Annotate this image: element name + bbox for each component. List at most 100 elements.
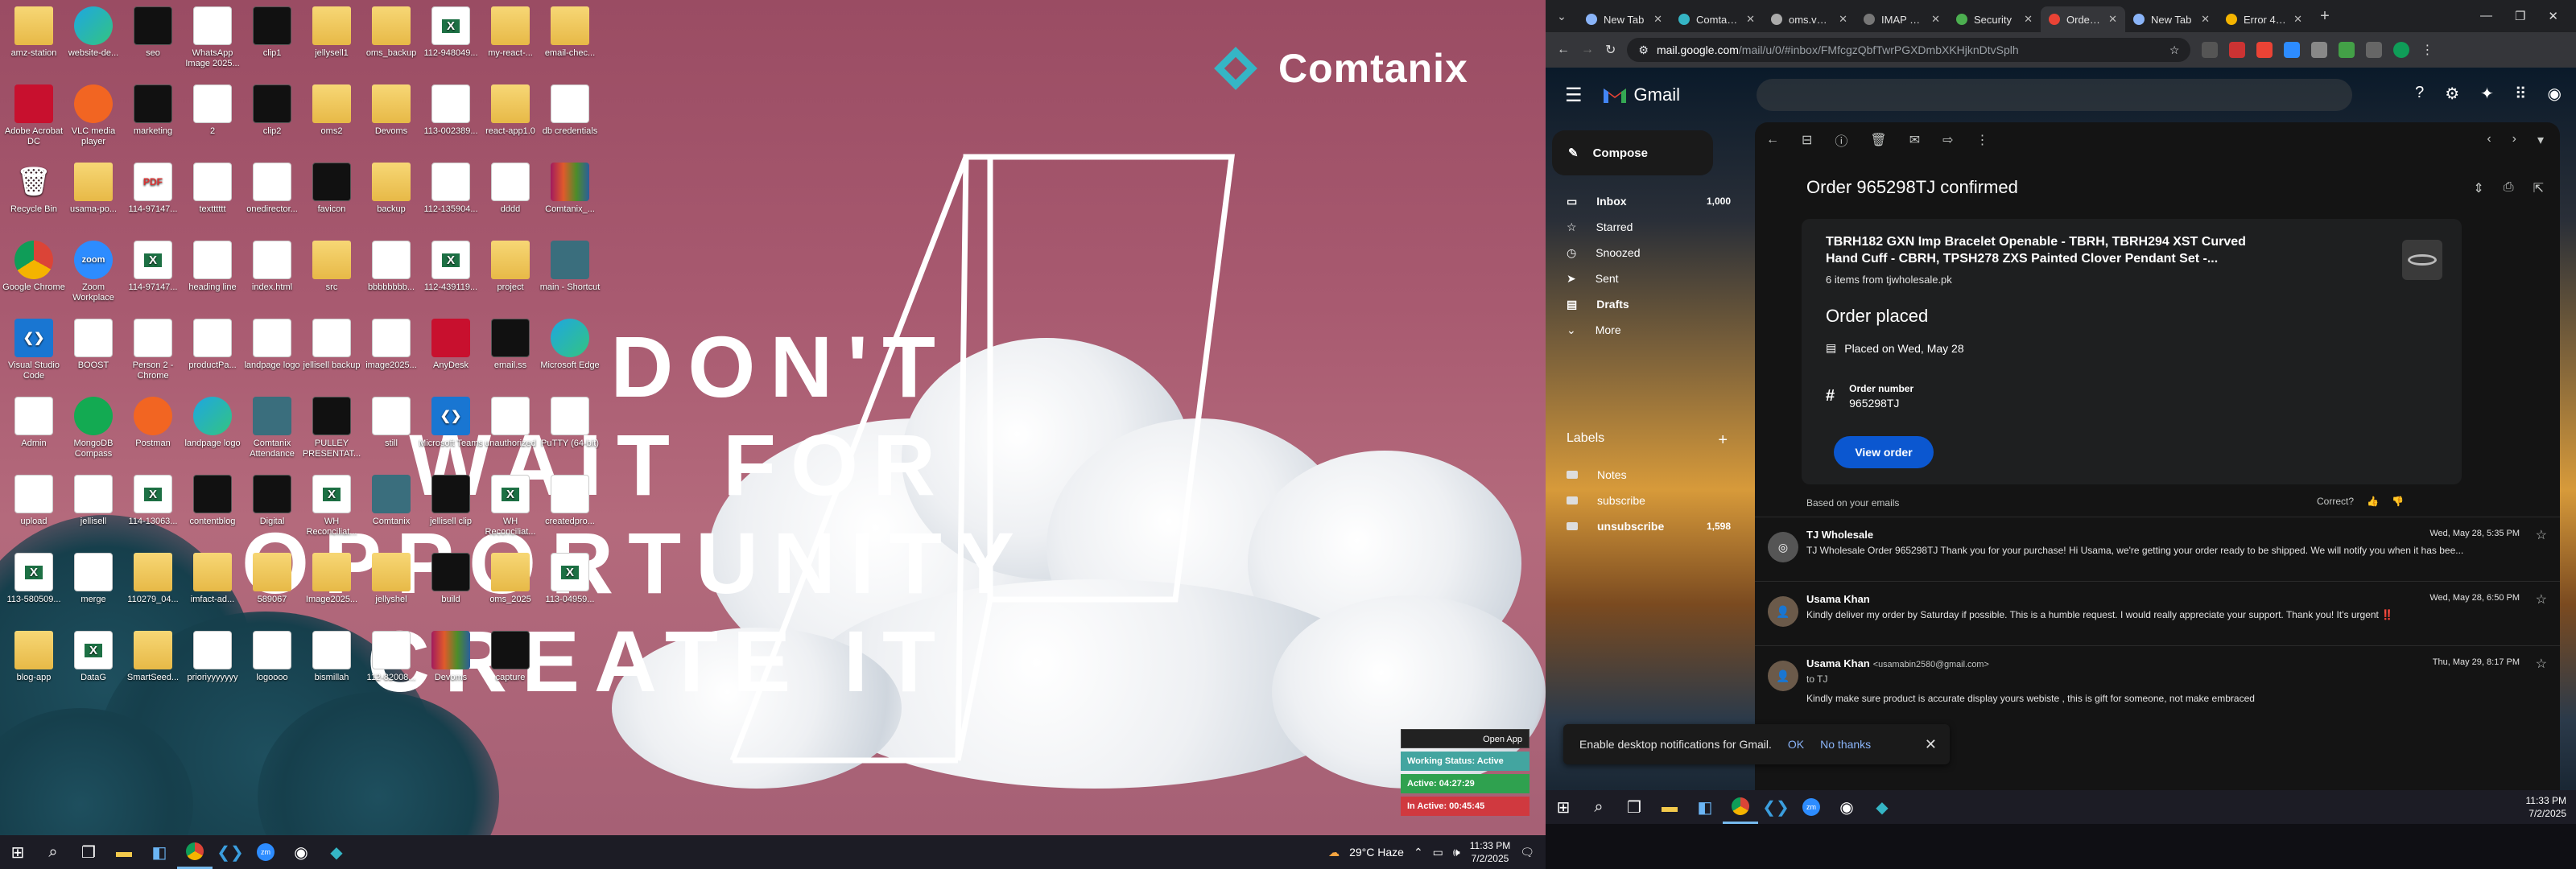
notification-ok-button[interactable]: OK [1788, 738, 1804, 751]
gmail-search-bar[interactable] [1757, 79, 2352, 111]
desktop-icon[interactable]: PuTTY (64-bit) [538, 397, 602, 449]
nav-item-snoozed[interactable]: ◷ Snoozed [1546, 240, 1747, 266]
file-explorer-icon[interactable]: ▬ [1652, 790, 1687, 824]
delete-icon[interactable]: 🗑 [1870, 132, 1886, 148]
thumbs-down-icon[interactable]: 👎 [2392, 496, 2404, 507]
gemini-icon[interactable]: ✦ [2480, 84, 2494, 104]
desktop-icon[interactable]: SmartSeed... [121, 631, 185, 683]
comtanix-taskbar-icon[interactable]: ◆ [319, 835, 354, 869]
zoom-taskbar-icon[interactable]: zm [1794, 790, 1829, 824]
recipient-line[interactable]: to TJ [1806, 673, 1827, 685]
desktop-icon[interactable]: MongoDB Compass [61, 397, 126, 459]
tab-close-icon[interactable]: ✕ [2201, 13, 2210, 26]
browser-tab[interactable]: Order 96... ✕ [2041, 6, 2125, 32]
extension-icon[interactable] [2256, 42, 2273, 58]
desktop-icon[interactable]: Devoms [419, 631, 483, 683]
desktop-icon[interactable]: jellysell1 [299, 6, 364, 59]
nav-item-inbox[interactable]: ▭ Inbox 1,000 [1546, 188, 1747, 214]
extension-icon[interactable] [2229, 42, 2246, 58]
desktop-icon[interactable]: VLC media player [61, 84, 126, 147]
desktop-icon[interactable]: index.html [240, 241, 304, 293]
desktop-icon[interactable]: Digital [240, 475, 304, 527]
weather-text[interactable]: 29°C Haze [1349, 846, 1404, 859]
desktop-icon[interactable]: DataG [61, 631, 126, 683]
close-icon[interactable]: ✕ [2548, 9, 2558, 23]
desktop-icon[interactable]: Google Chrome [2, 241, 66, 293]
help-icon[interactable]: ? [2415, 84, 2424, 104]
desktop-icon[interactable]: 110279_04... [121, 553, 185, 605]
compose-button[interactable]: ✎ Compose [1552, 130, 1713, 175]
desktop-icon[interactable]: oms_backup [359, 6, 423, 59]
desktop-icon[interactable]: Person 2 - Chrome [121, 319, 185, 381]
desktop-icon[interactable]: marketing [121, 84, 185, 137]
minimize-icon[interactable]: — [2480, 9, 2492, 23]
left-clock[interactable]: 11:33 PM 7/2/2025 [1470, 839, 1510, 865]
tab-close-icon[interactable]: ✕ [1653, 13, 1662, 26]
view-order-button[interactable]: View order [1834, 436, 1934, 468]
gmail-logo[interactable]: Gmail [1602, 84, 1680, 105]
chrome-taskbar-icon[interactable] [177, 835, 213, 869]
desktop-icon[interactable]: image2025... [359, 319, 423, 371]
desktop-icon[interactable]: Image2025... [299, 553, 364, 605]
browser-tab[interactable]: New Tab ✕ [1578, 6, 1670, 32]
desktop-icon[interactable]: oms2 [299, 84, 364, 137]
desktop-icon[interactable]: contentblog [180, 475, 245, 527]
browser-tab[interactable]: oms.vclou... ✕ [1763, 6, 1856, 32]
app-taskbar-icon[interactable]: ◉ [283, 835, 319, 869]
desktop-icon[interactable]: oms_2025 [478, 553, 543, 605]
tab-search-icon[interactable]: ⌄ [1546, 0, 1578, 33]
desktop-icon[interactable]: jellisell clip [419, 475, 483, 527]
desktop-icon[interactable]: 🗑 Recycle Bin [2, 163, 66, 215]
desktop-icon[interactable]: seo [121, 6, 185, 59]
chrome-taskbar-icon[interactable] [1723, 790, 1758, 824]
label-item[interactable]: unsubscribe 1,598 [1546, 513, 1747, 539]
desktop-icon[interactable]: project [478, 241, 543, 293]
forward-icon[interactable]: → [1581, 43, 1594, 57]
nav-item-starred[interactable]: ☆ Starred [1546, 214, 1747, 240]
desktop-icon[interactable]: 114-97147... [121, 241, 185, 293]
desktop-icon[interactable]: PULLEY PRESENTAT... [299, 397, 364, 459]
reload-icon[interactable]: ↻ [1605, 42, 1616, 58]
desktop-icon[interactable]: main - Shortcut [538, 241, 602, 293]
desktop-icon[interactable]: still [359, 397, 423, 449]
desktop-icon[interactable]: 113-04959... [538, 553, 602, 605]
desktop-icon[interactable]: zoom Zoom Workplace [61, 241, 126, 303]
open-new-window-icon[interactable]: ⇱ [2533, 180, 2544, 196]
expand-all-icon[interactable]: ⇕ [2473, 180, 2483, 196]
desktop-icon[interactable]: AnyDesk [419, 319, 483, 371]
extension-icon[interactable] [2284, 42, 2301, 58]
star-icon[interactable]: ☆ [2536, 656, 2547, 672]
new-tab-icon[interactable]: + [2310, 0, 2339, 33]
desktop-icon[interactable]: backup [359, 163, 423, 215]
tab-close-icon[interactable]: ✕ [1839, 13, 1847, 26]
desktop-icon[interactable]: clip2 [240, 84, 304, 137]
volume-icon[interactable]: 🕪 [1453, 846, 1460, 859]
desktop-icon[interactable]: 112-439119... [419, 241, 483, 293]
desktop-icon[interactable]: unauthorized [478, 397, 543, 449]
nav-item-drafts[interactable]: ▤ Drafts [1546, 291, 1747, 317]
account-avatar-icon[interactable]: ◉ [2548, 84, 2562, 104]
back-icon[interactable]: ← [1557, 43, 1570, 57]
label-item[interactable]: Notes [1546, 462, 1747, 488]
desktop-icon[interactable]: Comtanix [359, 475, 423, 527]
nav-item-more[interactable]: ⌄ More [1546, 317, 1747, 343]
older-icon[interactable]: › [2512, 132, 2516, 148]
star-icon[interactable]: ☆ [2536, 527, 2547, 543]
desktop-icon[interactable]: Microsoft Edge [538, 319, 602, 371]
right-clock[interactable]: 11:33 PM 7/2/2025 [2526, 794, 2576, 820]
input-tools-icon[interactable]: ▾ [2537, 132, 2544, 148]
more-icon[interactable]: ⋮ [1976, 132, 1989, 148]
start-icon[interactable]: ⊞ [0, 835, 35, 869]
desktop-icon[interactable]: WhatsApp Image 2025... [180, 6, 245, 69]
vscode-taskbar-icon[interactable]: ❮❯ [1758, 790, 1794, 824]
desktop-icon[interactable]: jellisell backup [299, 319, 364, 371]
apps-grid-icon[interactable]: ⠿ [2515, 84, 2527, 104]
move-to-icon[interactable]: ⇨ [1942, 132, 1953, 148]
add-label-icon[interactable]: + [1718, 431, 1728, 450]
maximize-icon[interactable]: ❐ [2515, 9, 2525, 23]
desktop-icon[interactable]: 2 [180, 84, 245, 137]
desktop-icon[interactable]: bbbbbbbb... [359, 241, 423, 293]
zoom-taskbar-icon[interactable]: zm [248, 835, 283, 869]
search-icon[interactable]: ⌕ [1581, 790, 1616, 824]
desktop-icon[interactable]: productPa... [180, 319, 245, 371]
